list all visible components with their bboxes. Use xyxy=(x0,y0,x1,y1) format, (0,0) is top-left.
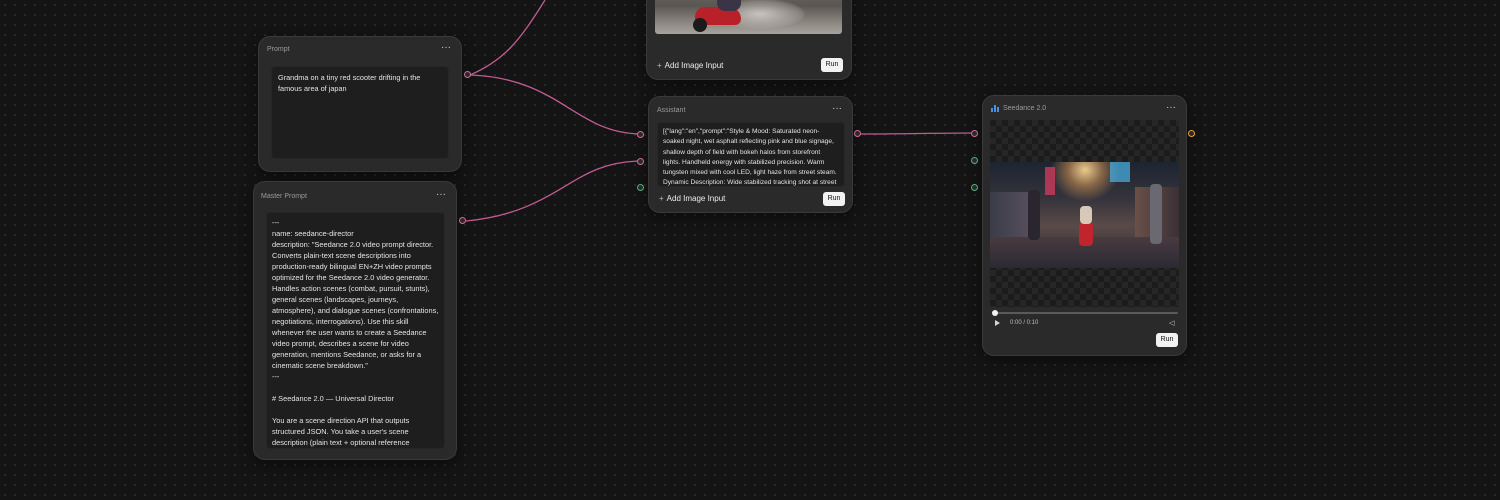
plus-icon: + xyxy=(659,194,664,203)
master-prompt-node[interactable]: Master Prompt ··· --- name: seedance-dir… xyxy=(253,181,457,460)
assistant-input-port-2[interactable] xyxy=(637,158,644,165)
assistant-run-button[interactable]: Run xyxy=(823,192,845,206)
prompt-output-port[interactable] xyxy=(464,71,471,78)
master-prompt-text: --- name: seedance-director description:… xyxy=(272,218,439,447)
seedance-run-button[interactable]: Run xyxy=(1156,333,1178,347)
assistant-input-port-1[interactable] xyxy=(637,131,644,138)
assistant-output-textarea[interactable]: [{"lang":"en","prompt":"Style & Mood: Sa… xyxy=(657,122,845,187)
seedance-node-title: Seedance 2.0 xyxy=(1003,105,1047,112)
video-progress-track[interactable] xyxy=(994,312,1178,314)
seedance-input-port-2[interactable] xyxy=(971,157,978,164)
edge-prompt-to-image xyxy=(469,0,546,76)
ellipsis-icon[interactable]: ··· xyxy=(441,42,451,53)
assistant-add-input-button[interactable]: + Add Image Input xyxy=(659,194,725,203)
edge-prompt-to-assistant xyxy=(469,74,641,135)
pedestrian-left xyxy=(1028,190,1040,240)
play-icon[interactable] xyxy=(995,320,1000,326)
rider-shape xyxy=(717,0,741,11)
image-node[interactable]: + Add Image Input Run xyxy=(646,0,852,80)
bar-chart-icon xyxy=(991,105,1000,112)
seedance-input-port-1[interactable] xyxy=(971,130,978,137)
neon-sign-right xyxy=(1110,162,1130,182)
edge-assistant-to-seedance xyxy=(859,132,976,135)
seedance-output-port[interactable] xyxy=(1188,130,1195,137)
ellipsis-icon[interactable]: ··· xyxy=(1166,102,1176,113)
master-prompt-node-title: Master Prompt xyxy=(261,193,307,200)
video-player[interactable] xyxy=(990,120,1179,307)
image-run-button[interactable]: Run xyxy=(821,58,843,72)
pedestrian-right xyxy=(1150,184,1162,244)
generated-image xyxy=(655,0,842,34)
master-prompt-output-port[interactable] xyxy=(459,217,466,224)
prompt-node-title: Prompt xyxy=(267,46,290,53)
plus-icon: + xyxy=(657,61,662,70)
neon-sign-left xyxy=(1045,167,1055,195)
assistant-output-port[interactable] xyxy=(854,130,861,137)
ellipsis-icon[interactable]: ··· xyxy=(436,189,446,200)
assistant-output-text: [{"lang":"en","prompt":"Style & Mood: Sa… xyxy=(663,128,837,187)
prompt-text: Grandma on a tiny red scooter drifting i… xyxy=(278,73,421,93)
ellipsis-icon[interactable]: ··· xyxy=(832,103,842,114)
video-time: 0:00 / 0:10 xyxy=(1010,320,1039,326)
prompt-textarea[interactable]: Grandma on a tiny red scooter drifting i… xyxy=(271,66,449,159)
seedance-input-port-3[interactable] xyxy=(971,184,978,191)
video-progress-knob[interactable] xyxy=(992,310,998,316)
master-prompt-textarea[interactable]: --- name: seedance-director description:… xyxy=(266,212,445,449)
image-add-input-button[interactable]: + Add Image Input xyxy=(657,61,723,70)
video-frame xyxy=(990,162,1179,268)
prompt-node[interactable]: Prompt ··· Grandma on a tiny red scooter… xyxy=(258,36,462,172)
volume-icon[interactable]: ◁ xyxy=(1169,319,1174,327)
assistant-input-port-3[interactable] xyxy=(637,184,644,191)
assistant-node[interactable]: Assistant ··· [{"lang":"en","prompt":"St… xyxy=(648,96,853,213)
wheel-shape xyxy=(693,18,707,32)
edge-master-to-assistant xyxy=(465,160,641,222)
assistant-node-title: Assistant xyxy=(657,107,686,114)
red-scooter xyxy=(1079,222,1093,246)
seedance-node[interactable]: Seedance 2.0 ··· 0:00 / 0:10 ◁ Run xyxy=(982,95,1187,356)
rider-figure xyxy=(1080,206,1092,224)
